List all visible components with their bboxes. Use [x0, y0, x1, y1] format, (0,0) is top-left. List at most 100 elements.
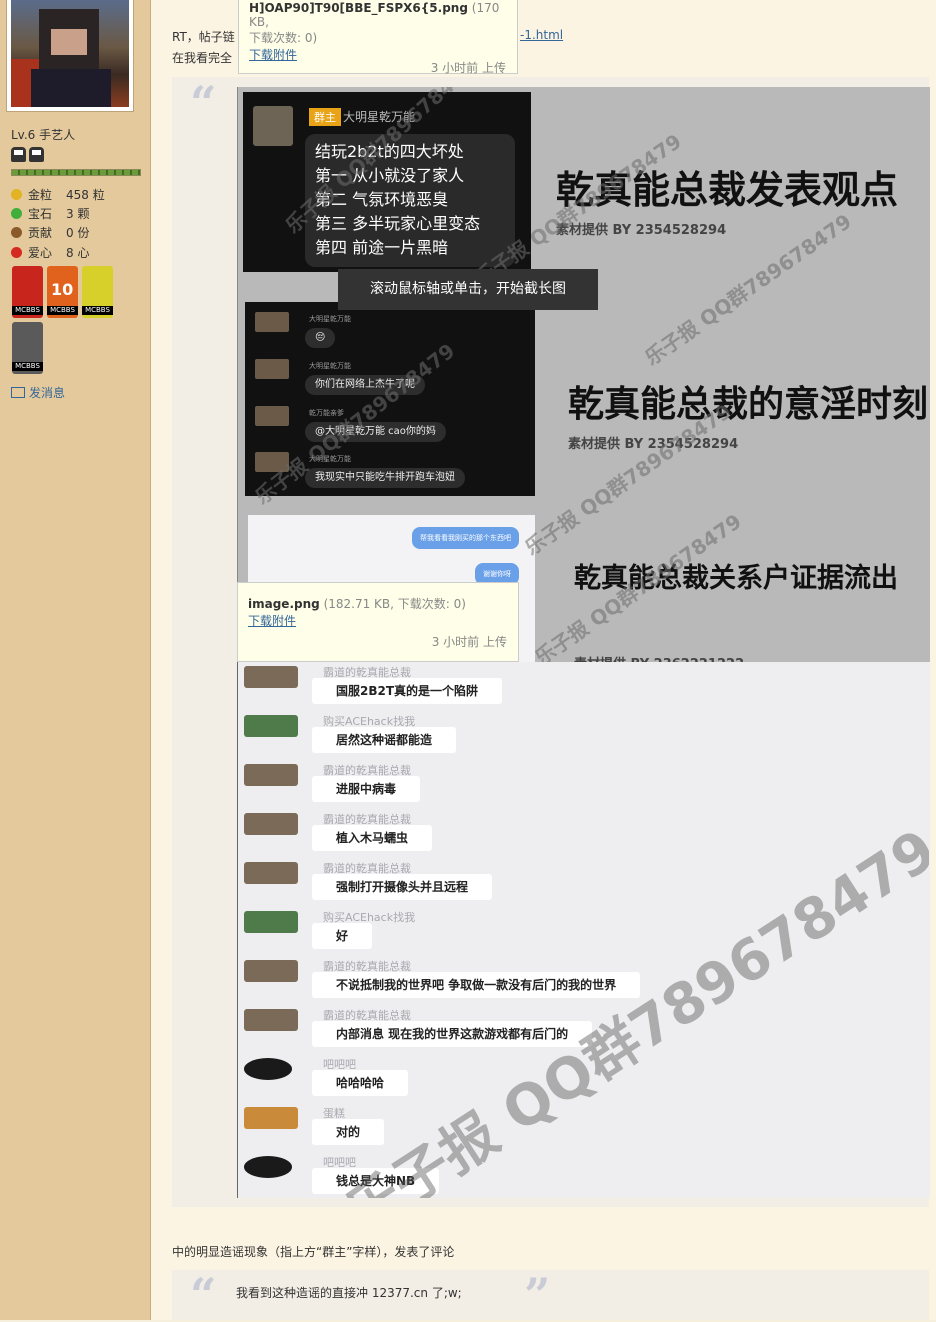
chat-message-row: 蛋糕 对的: [237, 1103, 929, 1152]
download-attachment-link[interactable]: 下载附件: [249, 48, 297, 62]
chat-bubble: 植入木马蠕虫: [312, 825, 433, 851]
chat-bubble: 不说抵制我的世界吧 争取做一款没有后门的我的世界: [312, 972, 641, 998]
stat-gold: 金粒 458 粒: [11, 186, 105, 203]
chat-bubble: 国服2B2T真的是一个陷阱: [312, 678, 503, 704]
apple-icon: [11, 247, 22, 258]
chat-message-row: 购买ACEhack找我好: [237, 907, 929, 956]
user-avatar: [244, 960, 298, 982]
attachment-time: 3 小时前 上传: [430, 61, 506, 75]
screenshot-tooltip: 滚动鼠标轴或单击，开始截长图: [338, 269, 598, 310]
attachment-filename: image.png: [248, 597, 320, 611]
headline-3: 乾真能总裁关系户证据流出: [574, 563, 898, 594]
user-avatar: [244, 813, 298, 835]
chat-bubble: 内部消息 现在我的世界这款游戏都有后门的: [312, 1021, 593, 1047]
attachment-2-info: image.png (182.71 KB, 下载次数: 0) 下载附件 3 小时…: [237, 582, 519, 662]
chat-bubble: 钱总是大神NB: [312, 1168, 440, 1194]
headline-2: 乾真能总裁的意淫时刻: [568, 384, 929, 425]
stat-gem: 宝石 3 颗: [11, 205, 89, 222]
envelope-icon: [11, 387, 25, 398]
chat-panel-1: 群主 大明星乾万能 结玩2b2t的四大坏处 第一 从小就没了家人 第二 气氛环境…: [243, 92, 531, 272]
sender-name: 大明星乾万能: [343, 110, 416, 124]
chat-panel-2: 大明星乾万能 😔 大明星乾万能 你们在网络上杰牛了呢 乾万能亲爹 @大明星乾万能…: [245, 302, 535, 496]
avatar-image: [11, 0, 129, 107]
open-quote-icon: “: [190, 1268, 217, 1322]
close-quote-icon: ”: [524, 1268, 551, 1322]
chat-message-row: 霸道的乾真能总裁 不说抵制我的世界吧 争取做一款没有后门的我的世界: [237, 956, 929, 1005]
send-message-label: 发消息: [29, 386, 66, 400]
level-icons: [11, 147, 44, 162]
minecart-icon: [29, 147, 44, 162]
user-avatar: [244, 1107, 298, 1129]
message-line: 第四 前途一片黑暗: [315, 238, 449, 257]
stat-label: 爱心: [28, 246, 53, 260]
sender-avatar: [253, 106, 293, 146]
chat-message-row: 吧吧吧 钱总是大神NB: [237, 1152, 929, 1198]
stat-love: 爱心 8 心: [11, 244, 89, 261]
stat-contribution: 贡献 0 份: [11, 224, 89, 241]
attachment-filename: H]OAP90]T90[BBE_FSPX6{5.png: [249, 1, 468, 15]
attachment-1-info: H]OAP90]T90[BBE_FSPX6{5.png (170 KB, 下载次…: [238, 0, 518, 75]
user-avatar: [244, 1058, 292, 1080]
user-avatar: [244, 666, 298, 688]
contribution-icon: [11, 227, 22, 238]
message-bubble: 结玩2b2t的四大坏处 第一 从小就没了家人 第二 气氛环境恶臭 第三 多半玩家…: [305, 134, 515, 267]
comment-quote: “ 我看到这种造谣的直接冲 12377.cn 了;w; ”: [172, 1268, 929, 1322]
light-bubble: 帮我看看我刚买的那个东西吧: [412, 527, 519, 549]
send-message-link[interactable]: 发消息: [11, 384, 65, 401]
minecart-icon: [11, 147, 26, 162]
chat-bubble: 居然这种谣都能造: [312, 727, 457, 753]
chat-message-row: 吧吧吧 哈哈哈哈: [237, 1054, 929, 1103]
headline-1: 乾真能总裁发表观点: [556, 168, 899, 212]
message-line: 第一 从小就没了家人: [315, 166, 465, 185]
user-level: Lv.6 手艺人: [11, 128, 76, 142]
download-attachment-link[interactable]: 下载附件: [248, 614, 296, 628]
medal-pickaxe-icon[interactable]: MCBBS: [82, 266, 113, 318]
post-intro-line1: RT，帖子链: [172, 30, 235, 44]
user-avatar: [244, 1156, 292, 1178]
user-avatar[interactable]: [6, 0, 134, 112]
user-avatar: [244, 764, 298, 786]
attachment-downloads: 下载次数: 0): [249, 31, 318, 45]
stat-value: 3 颗: [66, 207, 90, 221]
chat-bubble: 进服中病毒: [312, 776, 421, 802]
user-avatar: [244, 715, 298, 737]
message-line: 第三 多半玩家心里变态: [315, 214, 481, 233]
stat-value: 0 份: [66, 226, 90, 240]
chat-message-row: 霸道的乾真能总裁 植入木马蠕虫: [237, 809, 929, 858]
stat-label: 宝石: [28, 207, 53, 221]
stat-value: 8 心: [66, 246, 90, 260]
chat-message-row: 霸道的乾真能总裁 国服2B2T真的是一个陷阱: [237, 662, 929, 711]
user-avatar: [244, 862, 298, 884]
medal-stone-icon[interactable]: MCBBS: [12, 322, 43, 374]
gold-nugget-icon: [11, 189, 22, 200]
stat-label: 贡献: [28, 226, 53, 240]
message-line: 第二 气氛环境恶臭: [315, 190, 449, 209]
user-sidebar: Lv.6 手艺人 金粒 458 粒 宝石 3 颗 贡献 0 份 爱心 8 心 M…: [0, 0, 151, 1320]
xp-bar: [11, 169, 141, 176]
user-avatar: [244, 1009, 298, 1031]
user-avatar: [244, 911, 298, 933]
stat-label: 金粒: [28, 188, 53, 202]
post-intro-line2: 在我看完全: [172, 51, 233, 65]
attachment-time: 3 小时前 上传: [431, 635, 507, 649]
chat-message-row: 霸道的乾真能总裁 进服中病毒: [237, 760, 929, 809]
post-thread-link[interactable]: -1.html: [520, 28, 563, 42]
chat-message-row: 购买ACEhack找我 居然这种谣都能造: [237, 711, 929, 760]
chat-bubble: 好: [312, 923, 373, 949]
credit-1: 素材提供 BY 2354528294: [556, 223, 727, 238]
chat-log: 霸道的乾真能总裁 国服2B2T真的是一个陷阱 购买ACEhack找我 居然这种谣都能造…: [237, 662, 929, 1198]
chat-bubble: 强制打开摄像头并且远程: [312, 874, 493, 900]
open-quote-icon: “: [190, 76, 217, 130]
chat-bubble: 对的: [312, 1119, 385, 1145]
emerald-icon: [11, 208, 22, 219]
group-owner-badge: 群主: [309, 108, 341, 126]
medal-java-icon[interactable]: MCBBS: [12, 266, 43, 318]
message-line: 结玩2b2t的四大坏处: [315, 142, 464, 161]
post-footer-text: 中的明显造谣现象（指上方“群主”字样），发表了评论: [172, 1245, 455, 1259]
medal-anniversary-icon[interactable]: 10 MCBBS: [47, 266, 78, 318]
chat-message-row: 霸道的乾真能总裁 内部消息 现在我的世界这款游戏都有后门的: [237, 1005, 929, 1054]
chat-message-row: 霸道的乾真能总裁 强制打开摄像头并且远程: [237, 858, 929, 907]
chat-bubble: 哈哈哈哈: [312, 1070, 409, 1096]
stat-value: 458 粒: [66, 188, 105, 202]
comment-text: 我看到这种造谣的直接冲 12377.cn 了;w;: [236, 1286, 462, 1300]
